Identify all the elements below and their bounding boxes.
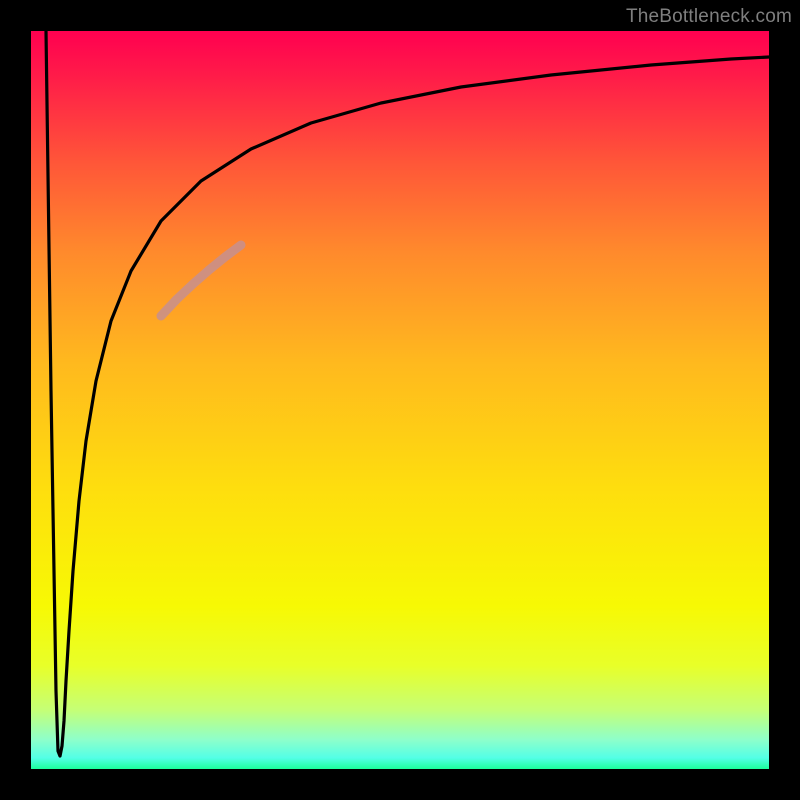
chart-stage: TheBottleneck.com	[0, 0, 800, 800]
bottleneck-curve	[46, 31, 769, 756]
attribution-text: TheBottleneck.com	[626, 6, 792, 28]
curve-layer	[31, 31, 769, 769]
plot-area	[31, 31, 769, 769]
highlight-segment	[161, 245, 241, 316]
